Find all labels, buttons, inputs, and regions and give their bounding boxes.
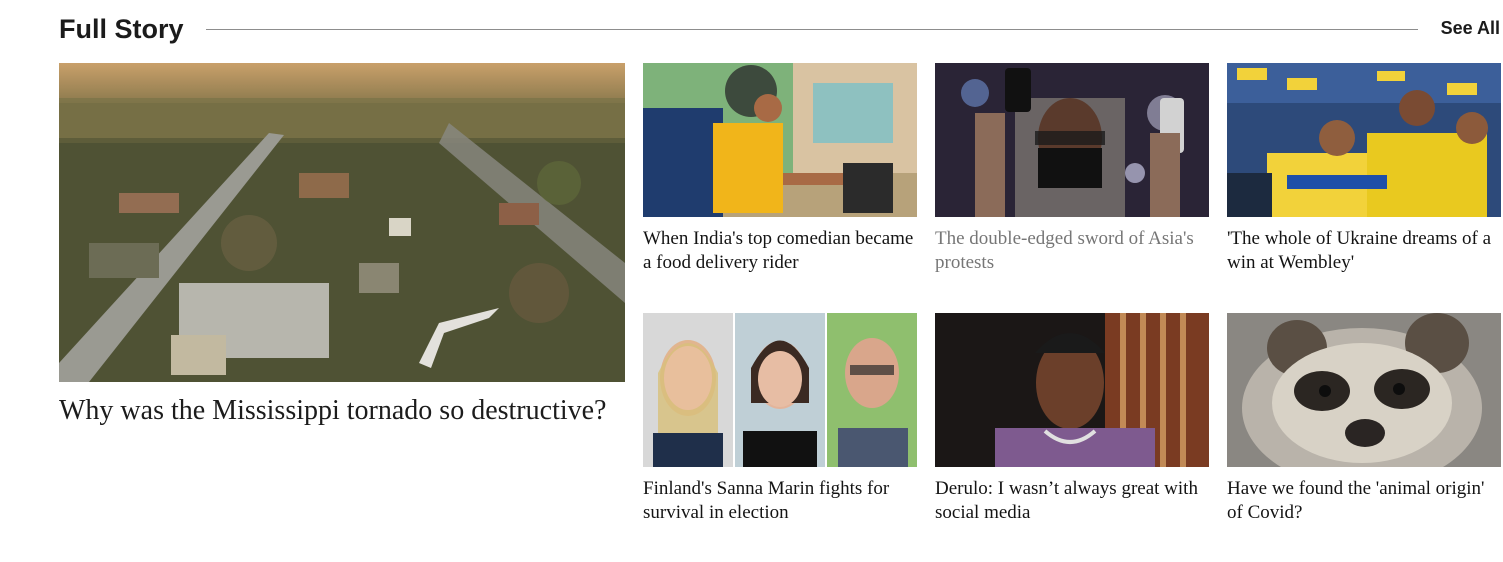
story-image[interactable] bbox=[1227, 63, 1501, 217]
lead-story-headline[interactable]: Why was the Mississippi tornado so destr… bbox=[59, 394, 625, 428]
aerial-tornado-damage-image bbox=[59, 63, 625, 382]
story-headline[interactable]: Have we found the 'animal origin' of Cov… bbox=[1227, 477, 1501, 525]
protest-phones-image bbox=[935, 63, 1209, 217]
lead-story-card[interactable]: Why was the Mississippi tornado so destr… bbox=[59, 63, 625, 463]
story-headline[interactable]: Derulo: I wasn’t always great with socia… bbox=[935, 477, 1209, 525]
story-headline[interactable]: When India's top comedian became a food … bbox=[643, 227, 917, 275]
section-header: Full Story See All bbox=[59, 10, 1500, 50]
story-card[interactable]: Finland's Sanna Marin fights for surviva… bbox=[643, 313, 917, 533]
finnish-politicians-image bbox=[643, 313, 917, 467]
story-headline[interactable]: The double-edged sword of Asia's protest… bbox=[935, 227, 1209, 275]
see-all-link[interactable]: See All bbox=[1441, 16, 1500, 40]
story-image[interactable] bbox=[1227, 313, 1501, 467]
story-card[interactable]: The double-edged sword of Asia's protest… bbox=[935, 63, 1209, 283]
raccoon-dog-image bbox=[1227, 313, 1501, 467]
header-divider bbox=[206, 29, 1418, 30]
story-card[interactable]: Have we found the 'animal origin' of Cov… bbox=[1227, 313, 1501, 533]
story-card[interactable]: When India's top comedian became a food … bbox=[643, 63, 917, 283]
story-card[interactable]: 'The whole of Ukraine dreams of a win at… bbox=[1227, 63, 1501, 283]
story-image[interactable] bbox=[935, 313, 1209, 467]
jason-derulo-image bbox=[935, 313, 1209, 467]
ukraine-football-fans-image bbox=[1227, 63, 1501, 217]
story-image[interactable] bbox=[935, 63, 1209, 217]
lead-story-image[interactable] bbox=[59, 63, 625, 382]
story-card[interactable]: Derulo: I wasn’t always great with socia… bbox=[935, 313, 1209, 533]
section-title: Full Story bbox=[59, 14, 184, 44]
story-headline[interactable]: 'The whole of Ukraine dreams of a win at… bbox=[1227, 227, 1501, 275]
story-image[interactable] bbox=[643, 63, 917, 217]
food-delivery-rider-image bbox=[643, 63, 917, 217]
story-headline[interactable]: Finland's Sanna Marin fights for surviva… bbox=[643, 477, 917, 525]
story-image[interactable] bbox=[643, 313, 917, 467]
